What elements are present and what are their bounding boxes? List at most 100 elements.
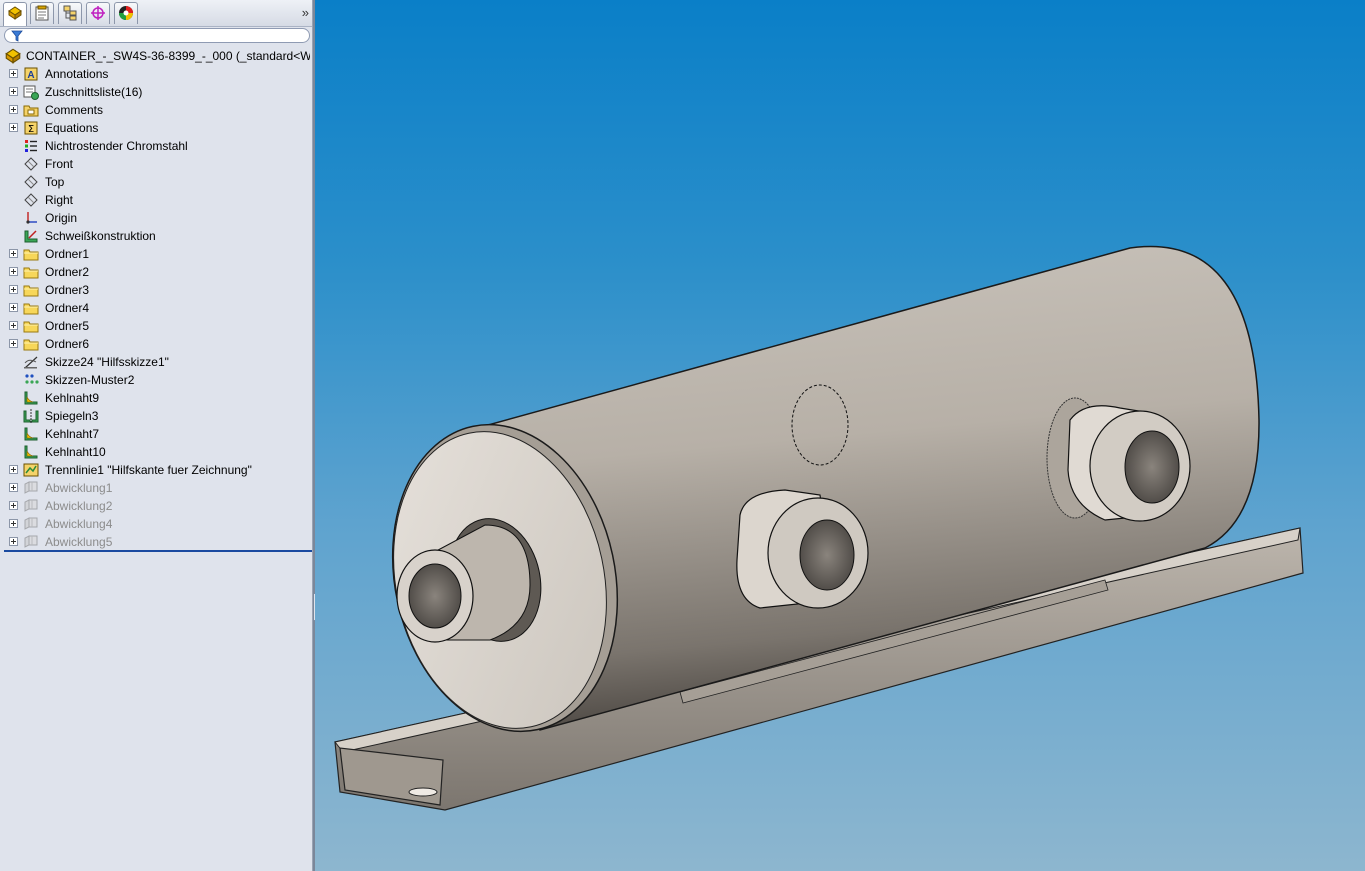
weldment-icon (24, 230, 38, 243)
expand-toggle[interactable] (9, 69, 18, 78)
tree-item-label: Trennlinie1 "Hilfskante fuer Zeichnung" (45, 463, 252, 477)
tree-item[interactable]: Origin (0, 209, 312, 227)
tree-item[interactable]: Abwicklung5 (0, 533, 312, 551)
equations-icon: Σ (24, 121, 38, 135)
tree-item-label: Ordner6 (45, 337, 90, 351)
plane-icon (24, 193, 38, 207)
fillet-weld-icon (24, 445, 38, 459)
tab-property-manager[interactable] (30, 2, 54, 24)
tree-item-label: Abwicklung5 (45, 535, 113, 549)
tree-item[interactable]: Comments (0, 101, 312, 119)
folder-icon (23, 321, 39, 333)
tree-item[interactable]: A Annotations (0, 65, 312, 83)
expand-toggle[interactable] (9, 249, 18, 258)
part-model-render (334, 245, 1304, 811)
folder-icon (23, 249, 39, 261)
tree-item[interactable]: Ordner2 (0, 263, 312, 281)
tree-item[interactable]: Skizze24 "Hilfsskizze1" (0, 353, 312, 371)
tree-item[interactable]: Σ Equations (0, 119, 312, 137)
expand-toggle[interactable] (9, 105, 18, 114)
split-line-icon (23, 463, 39, 477)
tab-dimxpert-manager[interactable] (86, 2, 110, 24)
display-manager-icon (119, 6, 133, 20)
expand-toggle[interactable] (9, 321, 18, 330)
tree-item[interactable]: Trennlinie1 "Hilfskante fuer Zeichnung" (0, 461, 312, 479)
tree-item[interactable]: Schweißkonstruktion (0, 227, 312, 245)
expand-toggle[interactable] (9, 339, 18, 348)
cut-list-icon (23, 85, 39, 100)
tree-item[interactable]: Ordner6 (0, 335, 312, 353)
tree-root-part[interactable]: CONTAINER_-_SW4S-36-8399_-_000 (_standar… (4, 47, 310, 65)
tree-item-label: Comments (45, 103, 104, 117)
sketch-pattern-icon (25, 374, 39, 384)
more-tabs-button[interactable]: » (302, 5, 309, 20)
tree-item[interactable]: Abwicklung4 (0, 515, 312, 533)
expand-toggle[interactable] (9, 519, 18, 528)
tree-item[interactable]: Skizzen-Muster2 (0, 371, 312, 389)
tree-item[interactable]: Ordner1 (0, 245, 312, 263)
tree-item[interactable]: Kehlnaht9 (0, 389, 312, 407)
tree-item[interactable]: Kehlnaht10 (0, 443, 312, 461)
svg-text:A: A (27, 70, 34, 81)
tree-item-label: Abwicklung2 (45, 499, 113, 513)
expand-toggle[interactable] (9, 285, 18, 294)
expand-toggle[interactable] (9, 123, 18, 132)
filter-icon (11, 30, 23, 42)
expand-toggle[interactable] (9, 501, 18, 510)
folder-icon (23, 267, 39, 279)
tree-item[interactable]: Spiegeln3 (0, 407, 312, 425)
tree-filter-input[interactable] (4, 28, 310, 43)
feature-manager-panel: » CONTAINER_-_SW4S-36-8399_-_000 (_stand… (0, 0, 313, 871)
folder-icon (23, 339, 39, 351)
tree-item[interactable]: Top (0, 173, 312, 191)
tree-item[interactable]: Abwicklung2 (0, 497, 312, 515)
tree-item-label: Origin (45, 211, 78, 225)
feature-manager-icon (8, 6, 22, 20)
tree-item-label: Spiegeln3 (45, 409, 99, 423)
plane-icon (24, 175, 38, 189)
tree-item-label: Kehlnaht9 (45, 391, 100, 405)
tree-item-label: Kehlnaht7 (45, 427, 100, 441)
tree-item-label: Equations (45, 121, 99, 135)
expand-toggle[interactable] (9, 483, 18, 492)
tree-item[interactable]: Front (0, 155, 312, 173)
tree-root-label: CONTAINER_-_SW4S-36-8399_-_000 (_standar… (26, 49, 310, 63)
tree-item-label: Ordner4 (45, 301, 90, 315)
tree-item[interactable]: Zuschnittsliste(16) (0, 83, 312, 101)
expand-toggle[interactable] (9, 303, 18, 312)
tab-feature-manager[interactable] (3, 2, 27, 26)
part-icon (5, 48, 21, 64)
plane-icon (24, 157, 38, 171)
folder-icon (23, 285, 39, 297)
tree-item[interactable]: Abwicklung1 (0, 479, 312, 497)
dimxpert-icon (91, 6, 105, 20)
flat-pattern-icon (24, 481, 38, 494)
tab-configuration-manager[interactable] (58, 2, 82, 24)
tree-item[interactable]: Nichtrostender Chromstahl (0, 137, 312, 155)
tab-display-manager[interactable] (114, 2, 138, 24)
tree-item[interactable]: Right (0, 191, 312, 209)
tree-item-label: Abwicklung4 (45, 517, 113, 531)
tree-item-label: Ordner2 (45, 265, 90, 279)
expand-toggle[interactable] (9, 537, 18, 546)
tree-item-label: Ordner3 (45, 283, 90, 297)
flat-pattern-icon (24, 499, 38, 512)
tree-item-label: Schweißkonstruktion (45, 229, 156, 243)
tree-item[interactable]: Ordner5 (0, 317, 312, 335)
expand-toggle[interactable] (9, 87, 18, 96)
origin-icon (26, 212, 37, 224)
tree-item-label: Ordner1 (45, 247, 90, 261)
tree-item-label: Top (45, 175, 65, 189)
tree-item-label: Kehlnaht10 (45, 445, 106, 459)
manager-tab-bar: » (0, 0, 312, 27)
tree-item[interactable]: Ordner4 (0, 299, 312, 317)
tree-item[interactable]: Kehlnaht7 (0, 425, 312, 443)
tree-item-label: Nichtrostender Chromstahl (45, 139, 188, 153)
flat-pattern-icon (24, 535, 38, 548)
expand-toggle[interactable] (9, 267, 18, 276)
graphics-viewport[interactable] (315, 0, 1365, 871)
expand-toggle[interactable] (9, 465, 18, 474)
tree-item-label: Right (45, 193, 74, 207)
rollback-bar[interactable] (4, 550, 312, 552)
tree-item[interactable]: Ordner3 (0, 281, 312, 299)
